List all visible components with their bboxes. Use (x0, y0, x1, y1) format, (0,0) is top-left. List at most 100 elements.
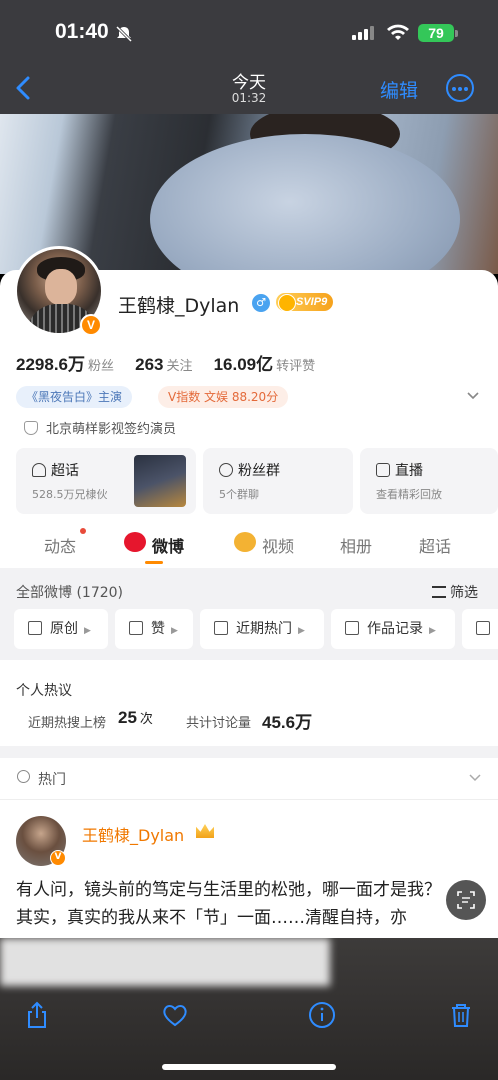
stat-followers-value[interactable]: 2298.6万 (16, 355, 85, 374)
hot-search-value-wrap: 25 次 (118, 708, 153, 728)
agency-text: 北京萌样影视签约演员 (46, 422, 177, 437)
active-tab-underline (145, 561, 163, 564)
tag-v-index[interactable]: V指数 文娱 88.20分 (158, 386, 289, 408)
discussion-label: 共计讨论量 (186, 716, 252, 731)
layers-icon (476, 621, 490, 635)
poster-thumbnail (134, 455, 186, 507)
scan-text-button[interactable] (446, 880, 486, 920)
tile-live-sub: 查看精彩回放 (376, 488, 442, 501)
shield-icon (24, 421, 38, 435)
svip-badge[interactable]: SVIP9 (276, 293, 334, 312)
chip-recent-hot[interactable]: 近期热门 ▶ (200, 609, 324, 649)
live-play-icon (376, 463, 390, 477)
triangle-right-icon: ▶ (84, 626, 91, 636)
tag-lead-role[interactable]: 《黑夜告白》主演 (16, 386, 133, 408)
nav-title: 今天 (232, 73, 266, 93)
personal-hot-card[interactable]: 个人热议 近期热搜上榜 25 次 共计讨论量 45.6万 (0, 660, 498, 746)
battery-tip (455, 30, 458, 37)
tile-fan-group[interactable]: 粉丝群 5个群聊 (203, 448, 353, 514)
new-dot-badge (80, 528, 86, 534)
layers-icon (214, 621, 228, 635)
weibo-logo-icon (124, 532, 146, 552)
cellular-signal-icon (352, 26, 374, 40)
verified-v-icon: V (50, 850, 66, 866)
share-icon[interactable] (22, 1000, 52, 1030)
filter-icon (432, 586, 446, 598)
post-author[interactable]: 王鹤棣_Dylan (82, 822, 184, 846)
stat-following-label[interactable]: 关注 (166, 359, 192, 374)
more-options-icon[interactable] (446, 74, 474, 102)
status-time: 01:40 (55, 20, 109, 43)
tile-supertopic[interactable]: 超话 528.5万兄棣伙 (16, 448, 196, 514)
battery-indicator: 79 (418, 24, 454, 42)
info-icon[interactable] (307, 1000, 337, 1030)
feature-tiles: 超话 528.5万兄棣伙 粉丝群 5个群聊 直播 查看精彩回放 (16, 448, 498, 514)
chip-works[interactable]: 作品记录 ▶ (331, 609, 455, 649)
stat-followers-label[interactable]: 粉丝 (88, 359, 114, 374)
triangle-right-icon: ▶ (171, 626, 178, 636)
chip-original[interactable]: 原创 ▶ (14, 609, 108, 649)
people-icon (219, 463, 233, 477)
diamond-icon (32, 463, 46, 477)
tab-weibo[interactable]: 微博 (152, 533, 184, 557)
heart-icon[interactable] (160, 1000, 190, 1030)
scan-text-icon (457, 891, 475, 909)
tile-fan-group-title: 粉丝群 (238, 463, 280, 479)
trash-icon[interactable] (446, 1000, 476, 1030)
agency-line: 北京萌样影视签约演员 (24, 418, 176, 437)
hot-section-header[interactable]: 热门 (0, 758, 498, 800)
tile-fan-group-sub: 5个群聊 (219, 488, 259, 501)
clock-icon (17, 770, 30, 783)
post-avatar[interactable]: V (16, 816, 66, 866)
tile-supertopic-sub: 528.5万兄棣伙 (32, 488, 108, 501)
hot-search-unit: 次 (139, 712, 153, 727)
tile-supertopic-title: 超话 (51, 463, 79, 479)
tile-live[interactable]: 直播 查看精彩回放 (360, 448, 498, 514)
hot-card-title: 个人热议 (16, 683, 72, 699)
filter-button[interactable]: 筛选 (432, 582, 478, 602)
all-posts-count: 全部微博 (1720) (16, 585, 124, 601)
chevron-down-icon[interactable] (468, 770, 482, 784)
chip-like-label: 赞 (151, 621, 165, 637)
triangle-right-icon: ▶ (298, 626, 305, 636)
status-bar: 01:40 79 (0, 0, 498, 62)
chip-more[interactable] (462, 609, 498, 649)
edit-button[interactable]: 编辑 (380, 76, 418, 103)
chip-like[interactable]: 赞 ▶ (115, 609, 193, 649)
bell-muted-icon (115, 25, 133, 43)
profile-name: 王鹤棣_Dylan (118, 295, 240, 317)
bottom-toolbar (0, 938, 498, 1080)
stat-following-value[interactable]: 263 (135, 355, 163, 374)
avatar-face (45, 269, 77, 305)
layers-icon (28, 621, 42, 635)
thumb-up-icon (129, 621, 143, 635)
nav-bar: 今天 01:32 编辑 (0, 62, 498, 114)
post-text[interactable]: 有人问，镜头前的笃定与生活里的松弛，哪一面才是我？其实，真实的我从来不「节」一面… (16, 876, 456, 932)
tab-album[interactable]: 相册 (340, 533, 372, 557)
home-indicator[interactable] (162, 1064, 336, 1070)
stat-interactions-label: 转评赞 (276, 359, 316, 374)
profile-stats: 2298.6万 粉丝 263 关注 16.09亿 转评赞 (16, 350, 331, 375)
discussion-value: 45.6万 (262, 713, 313, 732)
cover-pillow-shape (150, 134, 460, 274)
blurred-region (0, 938, 330, 986)
tab-video[interactable]: 视频 (262, 533, 294, 557)
hot-search-value: 25 (118, 708, 137, 727)
filter-label: 筛选 (450, 585, 478, 601)
triangle-right-icon: ▶ (429, 626, 436, 636)
tab-supertopic[interactable]: 超话 (419, 533, 451, 557)
chip-works-label: 作品记录 (367, 621, 423, 637)
hot-search-label: 近期热搜上榜 (28, 716, 107, 731)
profile-tabs: 动态 微博 视频 相册 超话 (0, 518, 498, 568)
chip-recent-hot-label: 近期热门 (236, 621, 292, 637)
chevron-down-icon[interactable] (466, 388, 480, 402)
chip-original-label: 原创 (50, 621, 78, 637)
tab-dynamic[interactable]: 动态 (44, 533, 76, 557)
wifi-icon (387, 24, 409, 40)
post-card[interactable]: V 王鹤棣_Dylan 有人问，镜头前的笃定与生活里的松弛，哪一面才是我？其实，… (0, 800, 498, 938)
nav-subtitle: 01:32 (231, 91, 267, 105)
verified-v-icon: V (80, 314, 102, 336)
gender-male-icon: ♂ (252, 294, 270, 312)
tile-live-title: 直播 (395, 463, 423, 479)
hot-section-title: 热门 (38, 772, 66, 788)
